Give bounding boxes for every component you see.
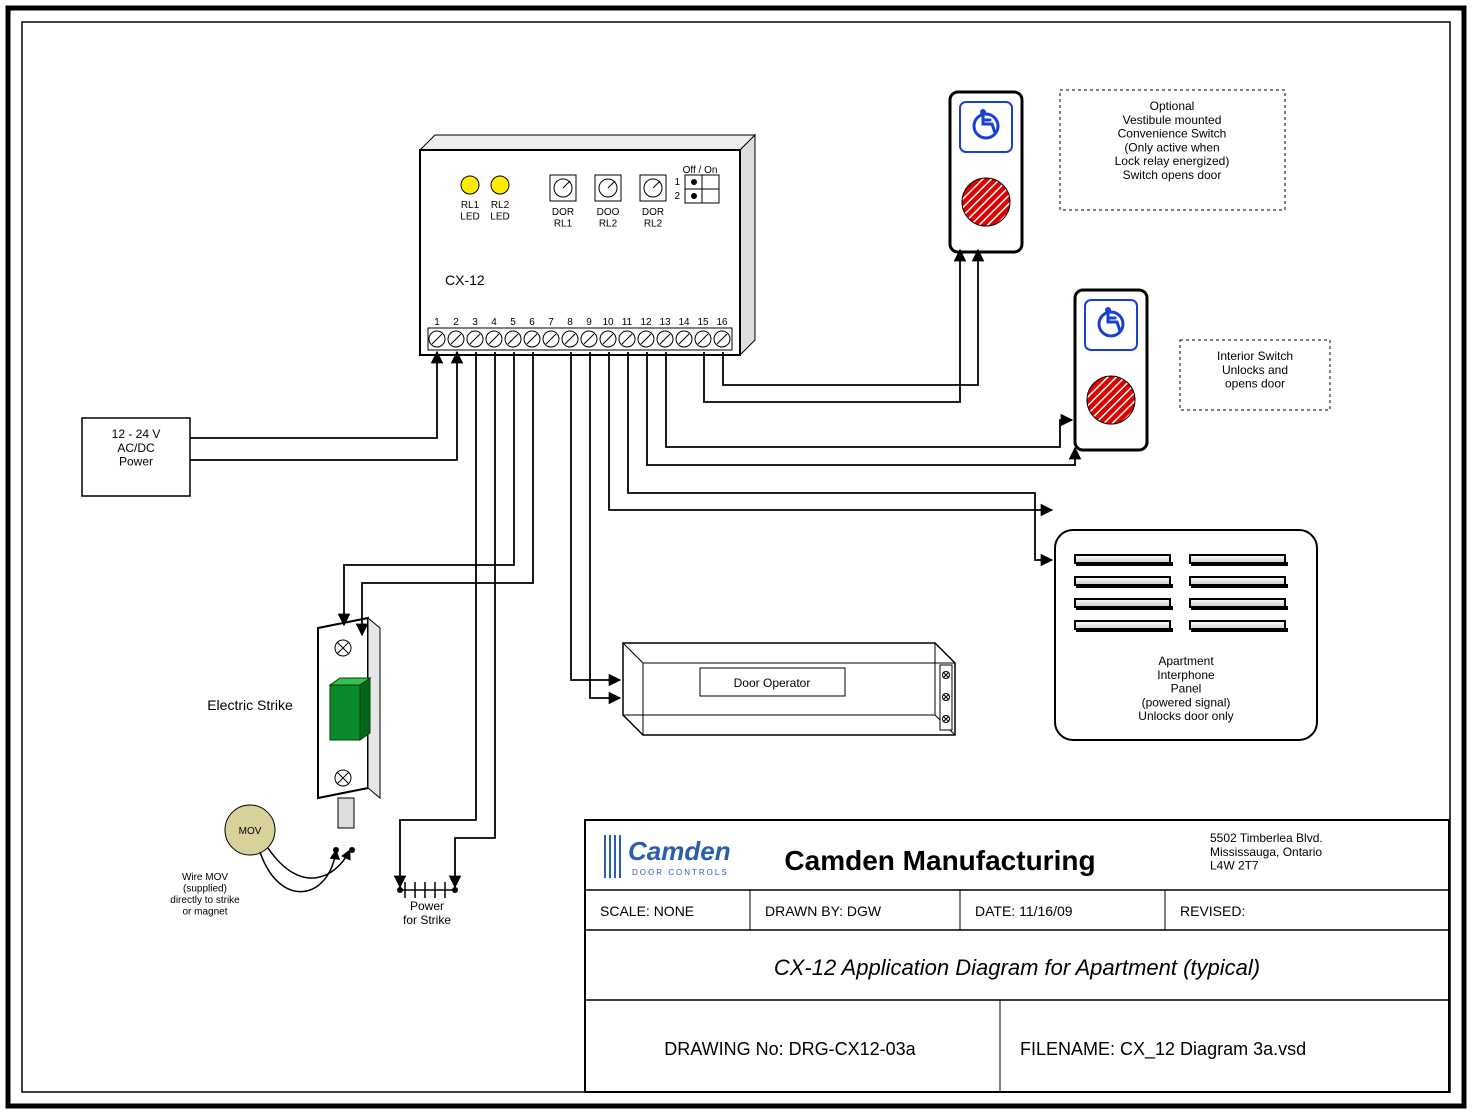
terminal-num-12: 12 (640, 317, 652, 328)
title-block: Camden DOOR CONTROLS Camden Manufacturin… (585, 820, 1449, 1092)
optional-note: OptionalVestibule mountedConvenience Swi… (1060, 90, 1285, 210)
power-source: 12 - 24 VAC/DCPower (82, 418, 190, 496)
logo-sub: DOOR CONTROLS (632, 868, 729, 877)
pot-doo-rl2-label: DOORL2 (597, 207, 620, 230)
drawing-no: DRAWING No: DRG-CX12-03a (664, 1039, 916, 1059)
terminal-num-15: 15 (697, 317, 709, 328)
company-name: Camden Manufacturing (784, 845, 1095, 876)
pushplate-interior (1075, 290, 1147, 450)
terminal-num-8: 8 (567, 317, 573, 328)
strike-label: Electric Strike (207, 697, 293, 713)
terminal-num-13: 13 (659, 317, 671, 328)
diagram-canvas: CX-12 RL1LED RL2LED DORRL1 DOORL2 DORRL2… (0, 0, 1472, 1114)
cx12-label: CX-12 (445, 272, 485, 288)
pot-dor-rl2-label: DORRL2 (642, 207, 664, 230)
cx12-controller: CX-12 RL1LED RL2LED DORRL1 DOORL2 DORRL2… (420, 135, 755, 355)
pushplate-optional (950, 92, 1022, 252)
terminal-num-4: 4 (491, 317, 497, 328)
terminal-num-9: 9 (586, 317, 592, 328)
door-operator-label: Door Operator (734, 676, 811, 690)
terminal-num-5: 5 (510, 317, 516, 328)
dip-row-2: 2 (674, 191, 680, 202)
rl2-led: RL2LED (490, 176, 509, 223)
electric-strike: Electric Strike (207, 618, 380, 828)
strike-power: Powerfor Strike (397, 882, 458, 927)
terminal-num-1: 1 (434, 317, 440, 328)
mov-note: Wire MOV(supplied)directly to strikeor m… (170, 872, 240, 918)
dip-row-1: 1 (674, 177, 680, 188)
terminal-num-10: 10 (602, 317, 614, 328)
rl1-led: RL1LED (460, 176, 479, 223)
terminal-num-6: 6 (529, 317, 535, 328)
door-operator: Door Operator (623, 643, 955, 735)
terminal-num-2: 2 (453, 317, 459, 328)
filename-label: FILENAME: CX_12 Diagram 3a.vsd (1020, 1039, 1306, 1060)
dip-header: Off / On (683, 165, 718, 176)
terminal-num-16: 16 (716, 317, 728, 328)
mov-label: MOV (239, 826, 262, 837)
interphone-panel: ApartmentInterphonePanel(powered signal)… (1055, 530, 1317, 740)
terminal-num-3: 3 (472, 317, 478, 328)
terminal-num-14: 14 (678, 317, 690, 328)
rl2-led-label: RL2LED (490, 200, 509, 223)
pot-dor-rl1-label: DORRL1 (552, 207, 574, 230)
rl1-led-label: RL1LED (460, 200, 479, 223)
mov: MOV Wire MOV(supplied)directly to strike… (170, 805, 275, 918)
interior-note-text: Interior SwitchUnlocks andopens door (1217, 349, 1293, 391)
logo-top: Camden (628, 836, 731, 866)
scale-label: SCALE: NONE (600, 903, 694, 919)
terminal-num-7: 7 (548, 317, 554, 328)
drawn-label: DRAWN BY: DGW (765, 903, 882, 919)
terminal-num-11: 11 (622, 317, 633, 328)
date-label: DATE: 11/16/09 (975, 903, 1073, 919)
interior-note: Interior SwitchUnlocks andopens door (1180, 340, 1330, 410)
drawing-title: CX-12 Application Diagram for Apartment … (774, 955, 1260, 980)
revised-label: REVISED: (1180, 903, 1245, 919)
strike-power-label: Powerfor Strike (403, 899, 451, 927)
